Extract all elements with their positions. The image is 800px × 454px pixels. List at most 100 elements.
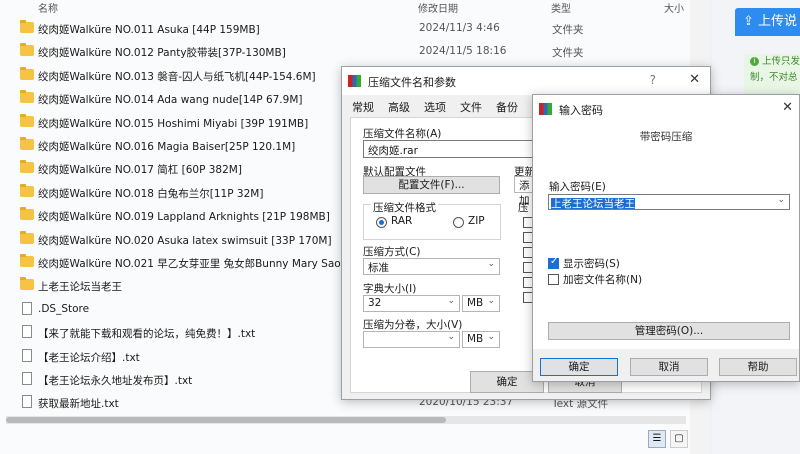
upload-note: i 上传只发 制，不对总 xyxy=(744,54,800,96)
dict-unit-select[interactable]: MB ⌄ xyxy=(462,295,500,312)
close-icon[interactable]: ✕ xyxy=(782,100,793,115)
file-icon xyxy=(22,395,32,409)
file-name: 绞肉姬Walküre NO.012 Panty胶带装[37P-130MB] xyxy=(38,47,286,60)
scroll-thumb[interactable] xyxy=(6,417,446,423)
password-cancel-button[interactable]: 取消 xyxy=(630,358,708,376)
folder-icon xyxy=(20,160,34,174)
dict-label: 字典大小(I) xyxy=(363,283,417,295)
column-date[interactable]: 修改日期 xyxy=(418,0,458,15)
split-select[interactable]: ⌄ xyxy=(363,331,460,348)
file-icon xyxy=(22,325,32,339)
folder-icon xyxy=(20,137,34,150)
tab-files[interactable]: 文件 xyxy=(460,99,482,115)
method-label: 压缩方式(C) xyxy=(363,246,421,258)
format-rar-label: RAR xyxy=(391,215,413,227)
tab-advanced[interactable]: 高级 xyxy=(388,99,410,115)
file-name: 绞肉姬Walküre NO.013 褩音-囚人与纸飞机[44P-154.6M] xyxy=(38,70,316,83)
folder-icon xyxy=(20,20,34,33)
split-label: 压缩为分卷，大小(V) xyxy=(363,319,463,331)
method-select[interactable]: 标准 ⌄ xyxy=(363,258,500,275)
folder-icon xyxy=(20,207,34,221)
password-dialog-title: 输入密码 xyxy=(559,104,603,117)
file-date: 2024/11/3 4:46 xyxy=(419,22,500,34)
split-unit-select[interactable]: MB ⌄ xyxy=(462,331,500,348)
upload-icon: ⇪ xyxy=(743,14,754,29)
folder-icon xyxy=(20,230,34,244)
profile-button[interactable]: 配置文件(F)... xyxy=(363,176,500,194)
folder-icon xyxy=(20,277,34,291)
folder-icon xyxy=(20,43,34,57)
dict-value: 32 xyxy=(368,297,382,309)
file-name: 【老王论坛永久地址发布页】.txt xyxy=(38,375,193,387)
file-name: 绞肉姬Walküre NO.017 简杠 [60P 382M] xyxy=(38,164,242,177)
file-name: 绞肉姬Walküre NO.015 Hoshimi Miyabi [39P 19… xyxy=(38,117,309,130)
password-value: 上老王论坛当老王 xyxy=(551,198,635,210)
show-password-checkbox[interactable] xyxy=(548,256,559,269)
password-label: 输入密码(E) xyxy=(549,181,606,193)
file-name: 绞肉姬Walküre NO.016 Magia Baiser[25P 120.1… xyxy=(38,141,296,153)
help-icon[interactable]: ? xyxy=(650,73,656,87)
encrypt-names-label: 加密文件名称(N) xyxy=(563,274,643,286)
file-name: 绞肉姬Walküre NO.019 Lappland Arknights [21… xyxy=(38,211,330,224)
file-name: 绞肉姬Walküre NO.018 白兔布兰尔[11P 32M] xyxy=(38,187,264,200)
folder-icon xyxy=(20,90,34,104)
upload-title: ⇪ 上传说 xyxy=(735,8,800,36)
column-name[interactable]: 名称 xyxy=(38,0,58,15)
show-password-label: 显示密码(S) xyxy=(563,258,620,270)
file-name: 绞肉姬Walküre NO.021 早乙女芽亚里 兔女郎Bunny Mary S… xyxy=(38,258,368,270)
options-group-label: 压 xyxy=(518,202,529,214)
close-icon[interactable]: ✕ xyxy=(689,72,700,87)
winrar-icon xyxy=(539,103,552,115)
manage-passwords-button[interactable]: 管理密码(O)... xyxy=(548,322,790,340)
password-subtitle: 带密码压缩 xyxy=(639,131,693,143)
file-type: 文件夹 xyxy=(552,47,584,60)
winrar-icon xyxy=(348,75,361,87)
file-name: 绞肉姬Walküre NO.014 Ada wang nude[14P 67.9… xyxy=(38,94,303,107)
upload-note-line1: 上传只发 xyxy=(762,56,800,67)
split-unit-value: MB xyxy=(467,333,484,345)
password-help-button[interactable]: 帮助 xyxy=(719,358,797,376)
archive-name-label: 压缩文件名称(A) xyxy=(363,128,442,140)
chevron-down-icon: ⌄ xyxy=(487,259,495,269)
password-dialog: 输入密码 ✕ 带密码压缩 输入密码(E) 上老王论坛当老王 ⌄ 显示密码(S) … xyxy=(532,94,800,382)
tiles-view-icon[interactable]: ▢ xyxy=(670,430,688,448)
upload-title-text: 上传说 xyxy=(758,14,798,29)
file-icon xyxy=(22,348,32,362)
archive-dialog-title: 压缩文件名和参数 xyxy=(368,76,456,89)
dict-select[interactable]: 32 ⌄ xyxy=(363,295,460,312)
horizontal-scrollbar[interactable] xyxy=(6,416,686,424)
archive-dialog-titlebar: 压缩文件名和参数 ? ✕ xyxy=(342,67,710,95)
view-switcher: ☰ ▢ xyxy=(648,430,690,450)
file-name: 【老王论坛介绍】.txt xyxy=(38,351,140,364)
format-rar-radio[interactable] xyxy=(376,217,387,228)
format-zip-radio[interactable] xyxy=(453,217,464,228)
details-view-icon[interactable]: ☰ xyxy=(648,430,666,448)
column-type[interactable]: 类型 xyxy=(551,0,571,15)
chevron-down-icon: ⌄ xyxy=(777,195,785,205)
file-name: 【来了就能下载和观看的论坛，纯免费！】.txt xyxy=(38,328,256,341)
format-group-label: 压缩文件格式 xyxy=(371,200,438,215)
folder-row[interactable]: 绞肉姬Walküre NO.011 Asuka [44P 159MB] 2024/… xyxy=(14,17,690,40)
tab-backup[interactable]: 备份 xyxy=(496,99,518,115)
file-icon xyxy=(22,372,32,385)
method-value: 标准 xyxy=(368,262,389,274)
folder-row[interactable]: 绞肉姬Walküre NO.012 Panty胶带装[37P-130MB] 202… xyxy=(14,40,690,63)
upload-note-line2: 制，不对总 xyxy=(750,72,798,83)
encrypt-names-checkbox[interactable] xyxy=(548,274,559,285)
chevron-down-icon: ⌄ xyxy=(447,296,455,306)
password-input[interactable]: 上老王论坛当老王 ⌄ xyxy=(548,194,790,210)
chevron-down-icon: ⌄ xyxy=(447,332,455,342)
folder-icon xyxy=(20,113,34,127)
column-size[interactable]: 大小 xyxy=(664,0,684,15)
file-name: 绞肉姬Walküre NO.011 Asuka [44P 159MB] xyxy=(38,24,260,36)
password-ok-button[interactable]: 确定 xyxy=(540,358,618,376)
file-name: .DS_Store xyxy=(38,302,90,315)
folder-icon xyxy=(20,66,34,80)
tab-options[interactable]: 选项 xyxy=(424,99,446,115)
tab-general[interactable]: 常规 xyxy=(352,99,374,115)
file-name: 获取最新地址.txt xyxy=(38,398,119,411)
file-icon xyxy=(22,301,32,315)
folder-icon xyxy=(20,254,34,267)
info-icon: i xyxy=(750,57,759,66)
chevron-down-icon: ⌄ xyxy=(487,332,495,342)
